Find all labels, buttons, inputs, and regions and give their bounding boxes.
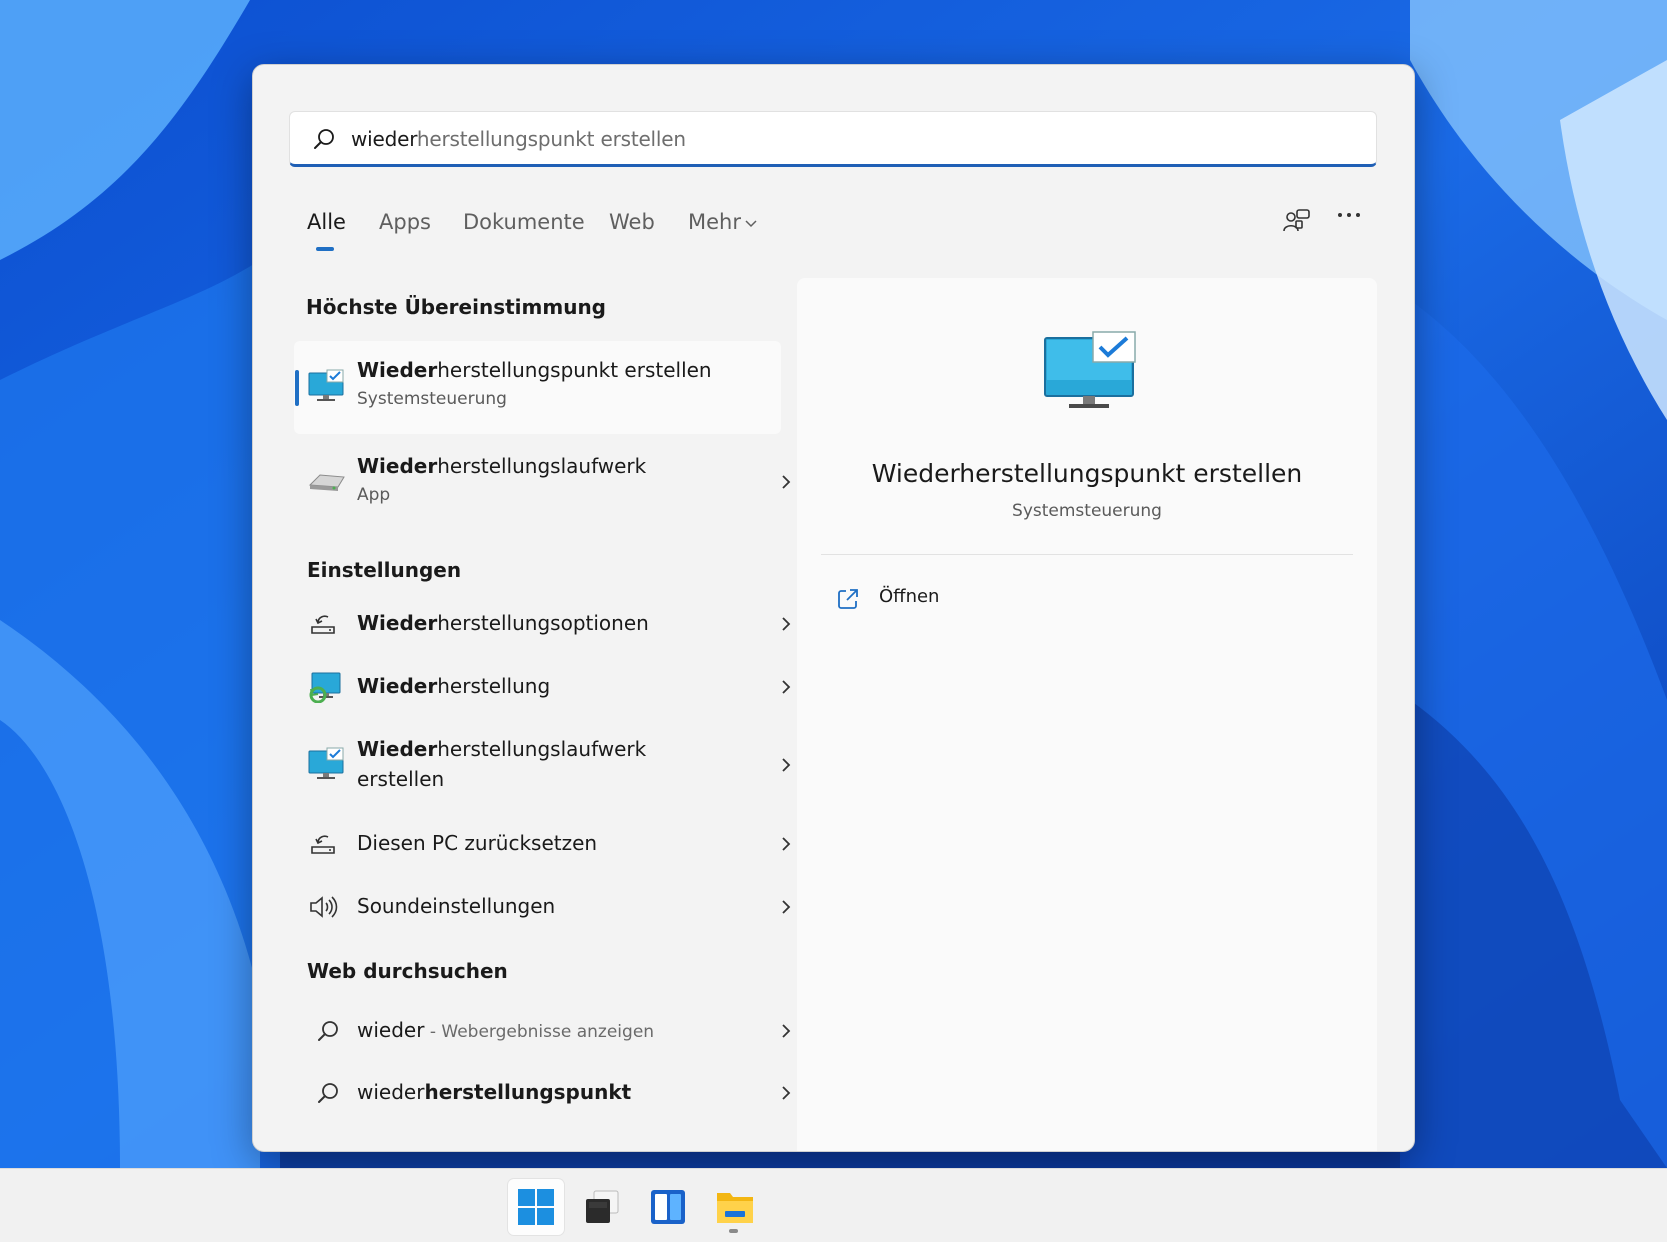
search-input[interactable]: wiederherstellungspunkt erstellen <box>289 111 1377 167</box>
taskbar <box>0 1168 1667 1242</box>
app-result-recovery-drive[interactable]: Wiederherstellungslaufwerk App <box>294 445 791 519</box>
start-icon <box>518 1189 554 1225</box>
active-tab-indicator <box>316 247 334 251</box>
settings-result-label: Wiederherstellungslaufwerk <box>357 737 647 761</box>
settings-result-reset-pc[interactable]: Diesen PC zurücksetzen <box>294 815 791 873</box>
section-web: Web durchsuchen <box>307 959 508 983</box>
settings-result-label: Diesen PC zurücksetzen <box>357 831 598 855</box>
section-best-match: Höchste Übereinstimmung <box>306 295 606 319</box>
search-typed-text: wieder <box>351 127 417 151</box>
selection-indicator <box>295 370 299 406</box>
web-result-2[interactable]: wiederherstellungspunkt <box>294 1064 791 1122</box>
chevron-right-icon <box>782 1024 791 1038</box>
settings-result-label: Soundeinstellungen <box>357 894 556 918</box>
web-result-label: wieder - Webergebnisse anzeigen <box>357 1018 655 1042</box>
best-match-label: Wiederherstellungspunkt erstellen <box>357 358 712 382</box>
open-external-icon <box>838 589 858 609</box>
tab-web[interactable]: Web <box>609 210 655 234</box>
best-match-sublabel: Systemsteuerung <box>357 389 507 409</box>
taskbar-widgets[interactable] <box>640 1179 696 1235</box>
drive-icon <box>308 474 345 491</box>
speaker-icon <box>310 896 338 918</box>
settings-result-label-line2: erstellen <box>357 767 445 791</box>
settings-result-sound[interactable]: Soundeinstellungen <box>294 878 791 936</box>
tab-mehr[interactable]: Mehr <box>688 210 741 234</box>
best-match-result[interactable]: Wiederherstellungspunkt erstellen System… <box>294 341 781 434</box>
preview-divider <box>821 554 1353 555</box>
tab-apps[interactable]: Apps <box>379 210 431 234</box>
open-action[interactable]: Öffnen <box>837 584 1037 614</box>
settings-result-create-recovery-drive[interactable]: Wiederherstellungslaufwerk erstellen <box>294 721 791 809</box>
section-settings: Einstellungen <box>307 558 462 582</box>
more-options-icon[interactable] <box>1337 210 1361 220</box>
settings-result-recovery[interactable]: Wiederherstellung <box>294 658 791 716</box>
chevron-right-icon <box>782 617 791 631</box>
task-view-icon <box>586 1190 619 1223</box>
chevron-right-icon <box>782 680 791 694</box>
monitor-check-icon <box>308 369 344 401</box>
monitor-check-icon <box>308 747 344 779</box>
search-query: wiederherstellungspunkt erstellen <box>351 127 686 151</box>
account-switch-icon[interactable] <box>1283 207 1313 235</box>
app-result-sublabel: App <box>357 485 391 505</box>
settings-result-label: Wiederherstellung <box>357 674 551 698</box>
recovery-options-icon <box>311 615 335 634</box>
open-action-label: Öffnen <box>879 586 940 607</box>
tab-dokumente[interactable]: Dokumente <box>463 210 585 234</box>
search-icon <box>318 1021 338 1041</box>
file-explorer-icon <box>717 1193 753 1223</box>
web-result-1[interactable]: wieder - Webergebnisse anzeigen <box>294 1002 791 1060</box>
chevron-right-icon <box>782 758 791 772</box>
web-result-label: wiederherstellungspunkt <box>357 1080 632 1104</box>
app-result-label: Wiederherstellungslaufwerk <box>357 454 647 478</box>
settings-result-recovery-options[interactable]: Wiederherstellungsoptionen <box>294 595 791 653</box>
recovery-monitor-icon <box>309 672 341 703</box>
running-indicator <box>729 1229 738 1233</box>
tab-alle[interactable]: Alle <box>307 210 346 234</box>
search-suggestion-text: herstellungspunkt erstellen <box>416 127 686 151</box>
preview-pane: Wiederherstellungspunkt erstellen System… <box>797 278 1377 1151</box>
taskbar-task-view[interactable] <box>574 1179 630 1235</box>
settings-result-label: Wiederherstellungsoptionen <box>357 611 649 635</box>
search-icon <box>314 129 334 149</box>
chevron-right-icon <box>782 900 791 914</box>
chevron-down-icon <box>745 220 757 228</box>
chevron-right-icon <box>782 1086 791 1100</box>
chevron-right-icon <box>782 837 791 851</box>
monitor-check-icon <box>1044 331 1136 408</box>
preview-subtitle: Systemsteuerung <box>1012 501 1162 521</box>
preview-title: Wiederherstellungspunkt erstellen <box>871 459 1303 488</box>
taskbar-start[interactable] <box>508 1179 564 1235</box>
taskbar-file-explorer[interactable] <box>706 1179 762 1235</box>
reset-pc-icon <box>311 835 335 854</box>
search-panel: wiederherstellungspunkt erstellen Alle A… <box>252 64 1415 1152</box>
chevron-right-icon <box>782 475 791 489</box>
search-icon <box>318 1083 338 1103</box>
widgets-icon <box>651 1190 685 1224</box>
